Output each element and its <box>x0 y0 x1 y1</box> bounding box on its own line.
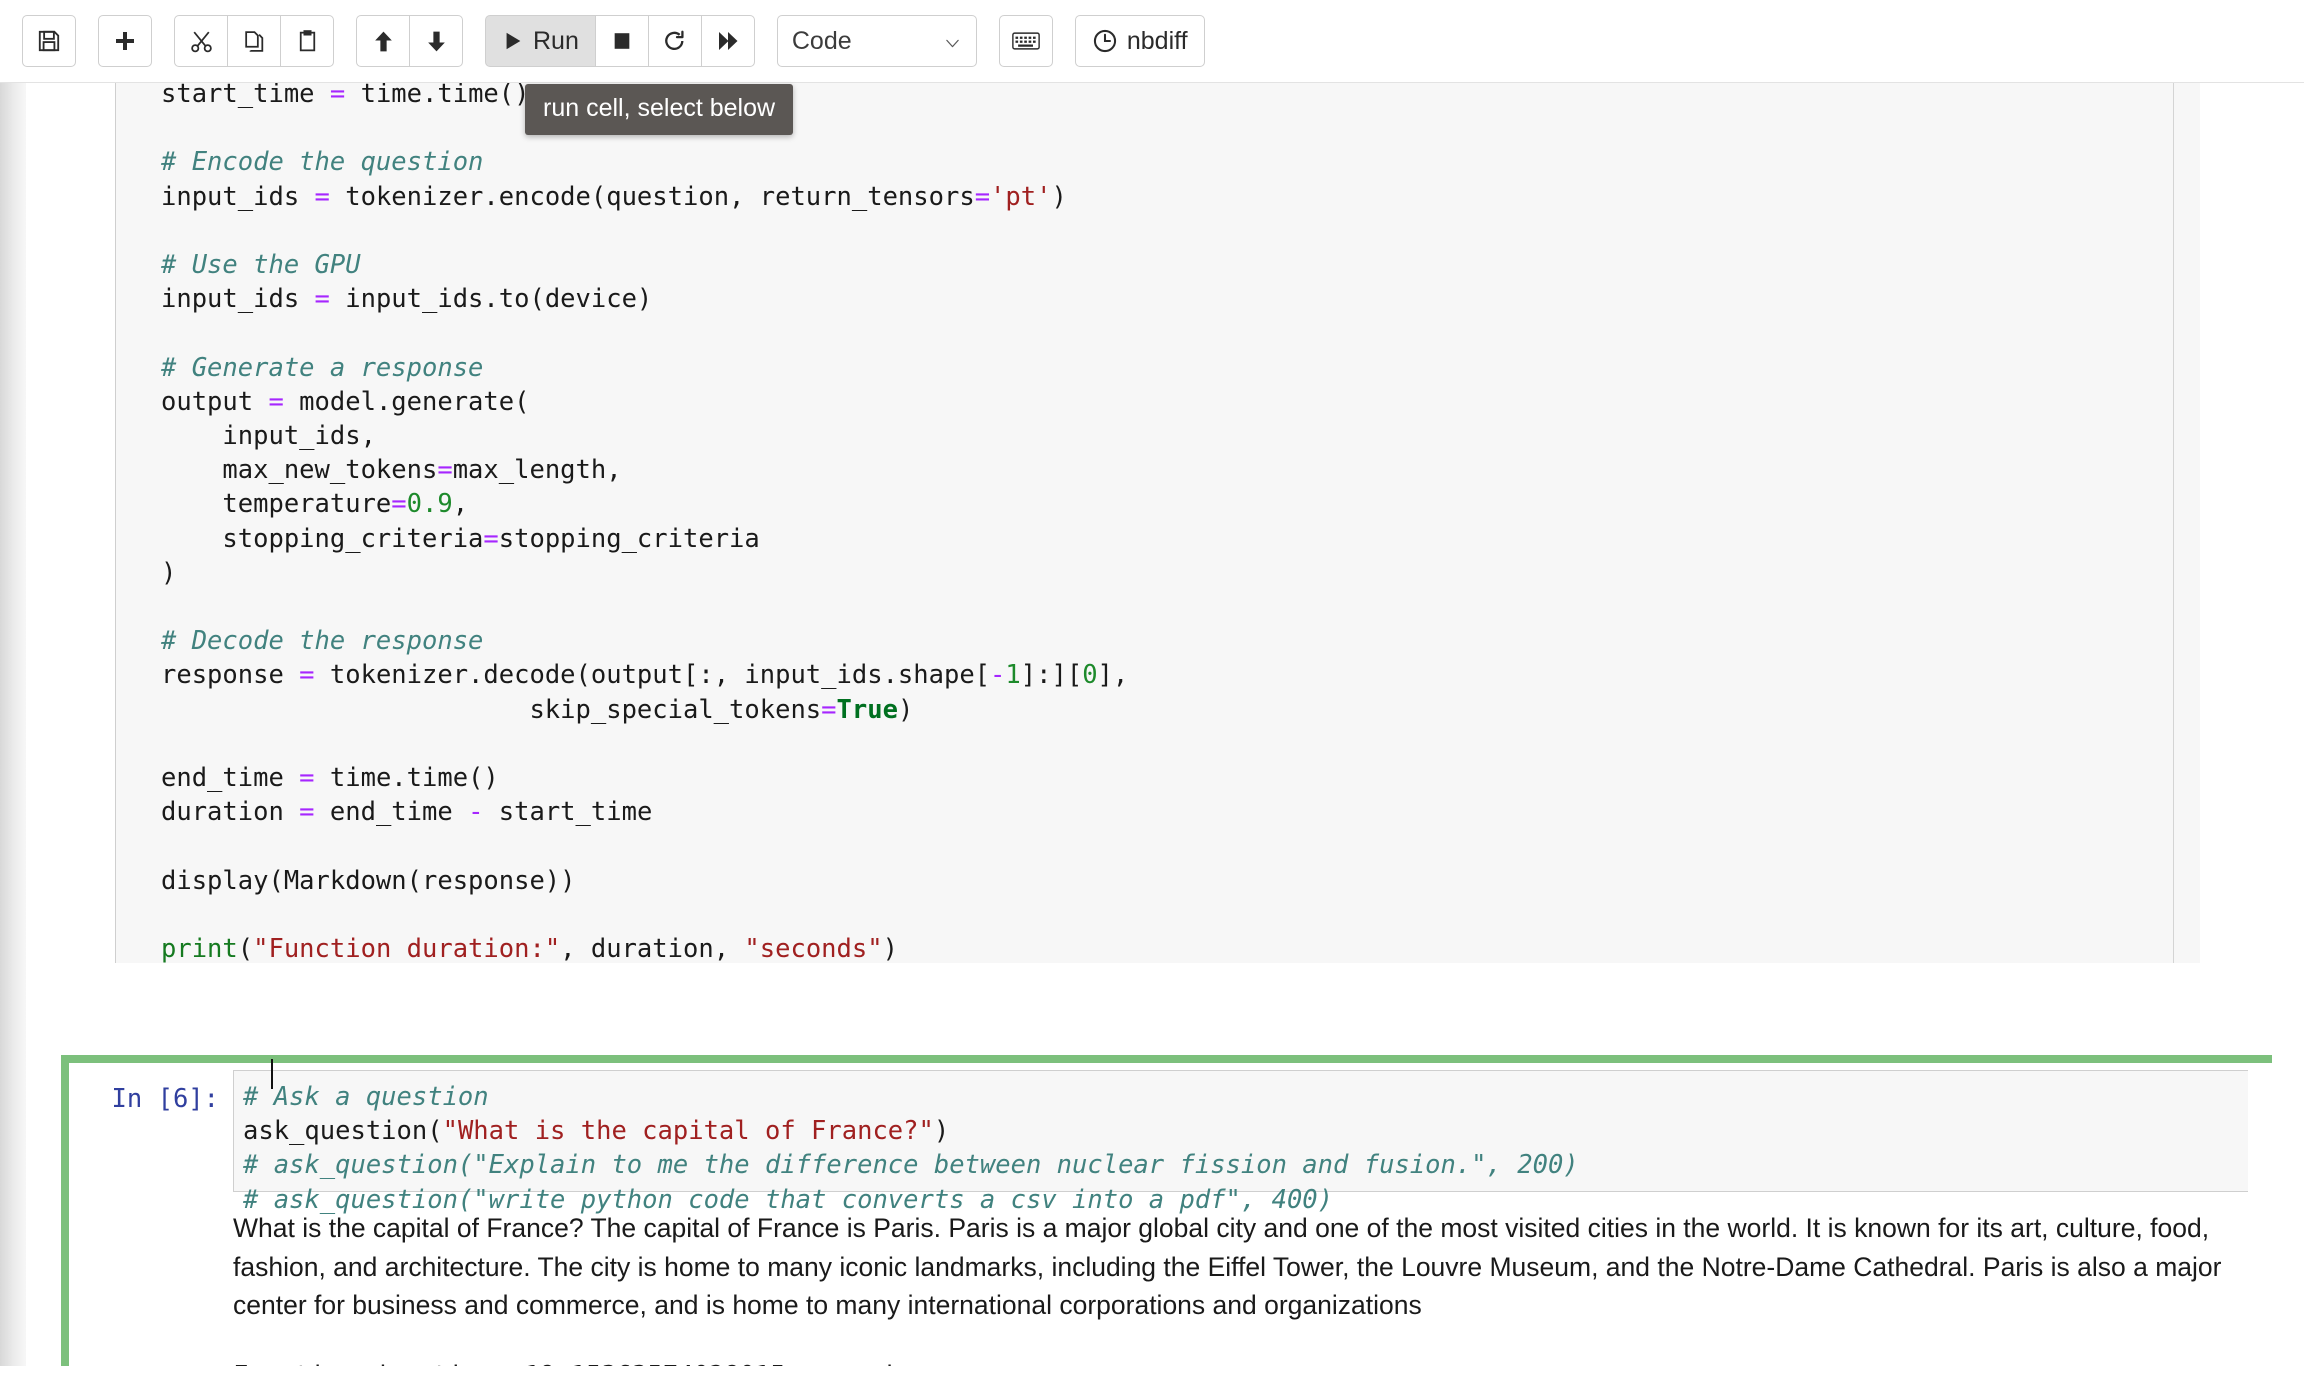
code-line: ask_question("What is the capital of Fra… <box>243 1116 950 1147</box>
code-line: input_ids, <box>161 421 376 452</box>
copy-icon <box>242 29 267 54</box>
arrow-up-icon <box>371 29 396 54</box>
code-line: ) <box>161 557 177 588</box>
scissors-icon <box>189 29 214 54</box>
code-text-previous: start_time = time.time() # Encode the qu… <box>161 83 1128 966</box>
code-line: stopping_criteria=stopping_criteria <box>161 523 760 554</box>
toolbar-group-celltype: Code <box>776 15 977 67</box>
save-icon <box>36 28 62 54</box>
code-line: skip_special_tokens=True) <box>161 694 914 725</box>
interrupt-kernel-button[interactable] <box>594 15 649 67</box>
cell-prompt-gutter <box>26 83 115 963</box>
code-line: duration = end_time - start_time <box>161 797 653 828</box>
restart-and-run-all-button[interactable] <box>700 15 755 67</box>
code-editor-selected[interactable]: # Ask a question ask_question("What is th… <box>233 1070 2248 1215</box>
plus-icon <box>113 29 137 53</box>
code-line: # Ask a question <box>243 1082 489 1112</box>
code-editor-previous[interactable]: start_time = time.time() # Encode the qu… <box>115 83 2174 966</box>
toolbar-group-run: Run <box>485 15 755 67</box>
toolbar-group-edit <box>174 15 334 67</box>
run-button-tooltip: run cell, select below <box>525 84 794 135</box>
run-cell-button[interactable]: Run <box>485 15 596 67</box>
code-text-selected: # Ask a question ask_question("What is th… <box>243 1080 1579 1217</box>
cut-cell-button[interactable] <box>174 15 228 67</box>
copy-cell-button[interactable] <box>227 15 281 67</box>
restart-icon <box>662 29 687 54</box>
keyboard-shortcuts-button[interactable] <box>998 15 1053 67</box>
code-line: input_ids = input_ids.to(device) <box>161 284 653 315</box>
code-cell-selected[interactable]: In [6]: # Ask a question ask_question("Wh… <box>61 1055 2272 1378</box>
code-line: input_ids = tokenizer.encode(question, r… <box>161 181 1067 212</box>
chevron-down-icon <box>945 36 960 51</box>
code-line: max_new_tokens=max_length, <box>161 455 622 486</box>
code-line: # Generate a response <box>161 352 484 383</box>
clock-icon <box>1092 28 1118 54</box>
code-line: # Encode the question <box>161 147 484 178</box>
cell-type-value: Code <box>791 26 852 55</box>
code-line: # ask_question("Explain to me the differ… <box>243 1150 1579 1181</box>
markdown-output-text: What is the capital of France? The capit… <box>233 1213 2222 1320</box>
save-button[interactable] <box>22 15 76 67</box>
code-line: # Decode the response <box>161 626 484 657</box>
move-cell-down-button[interactable] <box>409 15 463 67</box>
toolbar-group-insert <box>98 15 152 67</box>
text-cursor <box>271 1059 273 1089</box>
nbdiff-button-label: nbdiff <box>1126 26 1188 55</box>
fast-forward-icon <box>716 29 740 53</box>
notebook-toolbar: Run Code nbdiff <box>0 0 2304 83</box>
code-line: response = tokenizer.decode(output[:, in… <box>161 660 1129 691</box>
code-line: output = model.generate( <box>161 386 530 417</box>
paste-cell-button[interactable] <box>280 15 334 67</box>
code-line: print("Function duration:", duration, "s… <box>161 934 898 965</box>
toolbar-group-file <box>22 15 76 67</box>
notebook-left-margin <box>0 83 26 1378</box>
restart-kernel-button[interactable] <box>647 15 702 67</box>
keyboard-icon <box>1012 31 1040 51</box>
play-icon <box>502 30 524 52</box>
code-line: end_time = time.time() <box>161 763 499 794</box>
move-cell-up-button[interactable] <box>356 15 410 67</box>
stop-square-icon <box>611 30 633 52</box>
code-cell-previous[interactable]: start_time = time.time() # Encode the qu… <box>26 83 2200 966</box>
arrow-down-icon <box>424 29 449 54</box>
code-line: display(Markdown(response)) <box>161 865 576 896</box>
insert-cell-button[interactable] <box>98 15 152 67</box>
cell-type-select[interactable]: Code <box>776 15 977 67</box>
nbdiff-button[interactable]: nbdiff <box>1074 15 1205 67</box>
code-line: # Use the GPU <box>161 250 361 281</box>
cell-execution-prompt: In [6]: <box>111 1084 219 1114</box>
toolbar-group-nbdiff: nbdiff <box>1074 15 1205 67</box>
paste-icon <box>295 29 320 54</box>
toolbar-group-help <box>998 15 1053 67</box>
cell-output-area: What is the capital of France? The capit… <box>233 1209 2240 1378</box>
notebook-body: start_time = time.time() # Encode the qu… <box>0 83 2304 1378</box>
code-line: temperature=0.9, <box>161 489 469 520</box>
notebook-bottom-edge <box>0 1366 2304 1378</box>
run-button-label: Run <box>533 26 579 55</box>
toolbar-group-move <box>356 15 463 67</box>
